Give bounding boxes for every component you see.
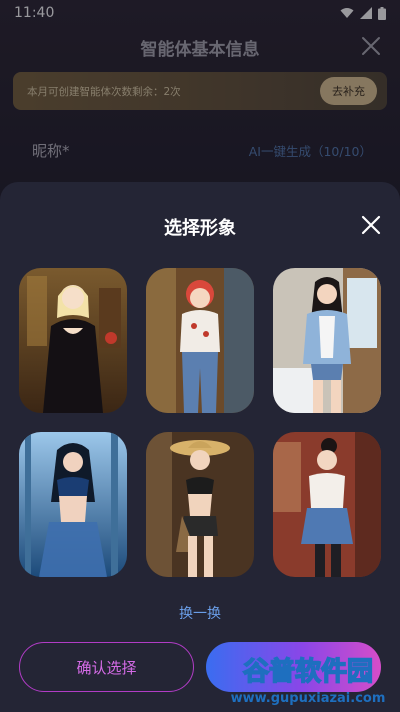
- close-icon[interactable]: [360, 214, 382, 236]
- avatar-image: [273, 268, 381, 413]
- avatar-image: [19, 268, 127, 413]
- avatar-image: [146, 432, 254, 577]
- shuffle-link[interactable]: 换一换: [0, 603, 400, 623]
- avatar-card[interactable]: [19, 268, 127, 413]
- avatar-image: [19, 432, 127, 577]
- gradient-action-button[interactable]: [206, 642, 381, 692]
- avatar-card[interactable]: [146, 268, 254, 413]
- choose-avatar-sheet: 选择形象 换一换 确认选择: [0, 182, 400, 712]
- avatar-image: [273, 432, 381, 577]
- avatar-card[interactable]: [273, 432, 381, 577]
- avatar-card[interactable]: [273, 268, 381, 413]
- avatar-card[interactable]: [146, 432, 254, 577]
- confirm-selection-button[interactable]: 确认选择: [19, 642, 194, 692]
- avatar-card[interactable]: [19, 432, 127, 577]
- sheet-title: 选择形象: [164, 218, 236, 239]
- avatar-image: [146, 268, 254, 413]
